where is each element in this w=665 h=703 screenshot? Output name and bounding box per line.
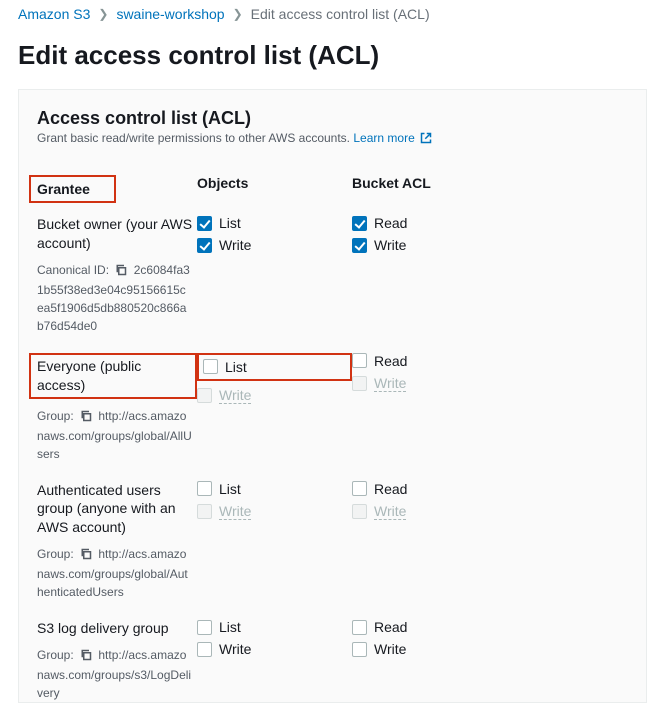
checkbox-label: Read: [374, 481, 407, 497]
everyone-acl-read-checkbox[interactable]: Read: [352, 353, 507, 369]
checkbox-label: Read: [374, 619, 407, 635]
owner-objects-write-checkbox[interactable]: Write: [197, 237, 352, 253]
checkbox-label: List: [219, 215, 241, 231]
checkbox-label: Read: [374, 215, 407, 231]
group-label: Group:: [37, 547, 74, 561]
checkbox-icon: [197, 238, 212, 253]
checkbox-label: Write: [219, 641, 251, 657]
checkbox-icon: [352, 620, 367, 635]
checkbox-label: Write: [219, 387, 251, 404]
learn-more-link[interactable]: Learn more: [353, 131, 432, 145]
grantee-name-log: S3 log delivery group: [37, 619, 197, 638]
auth-acl-write-checkbox: Write: [352, 503, 507, 520]
external-link-icon: [420, 132, 432, 147]
checkbox-icon: [197, 620, 212, 635]
grantee-name-owner: Bucket owner (your AWS account): [37, 215, 197, 253]
checkbox-icon: [197, 642, 212, 657]
checkbox-icon: [197, 216, 212, 231]
checkbox-label: List: [225, 359, 247, 375]
everyone-meta: Group: http://acs.amazonaws.com/groups/g…: [37, 407, 192, 463]
log-acl-read-checkbox[interactable]: Read: [352, 619, 507, 635]
acl-panel: Access control list (ACL) Grant basic re…: [18, 89, 647, 703]
checkbox-icon: [203, 359, 218, 374]
copy-icon[interactable]: [80, 648, 92, 666]
copy-icon[interactable]: [115, 263, 127, 281]
everyone-objects-list-checkbox[interactable]: List: [197, 353, 352, 381]
checkbox-label: Write: [219, 237, 251, 253]
checkbox-label: Write: [374, 375, 406, 392]
checkbox-icon: [352, 216, 367, 231]
auth-acl-read-checkbox[interactable]: Read: [352, 481, 507, 497]
checkbox-icon: [352, 504, 367, 519]
owner-acl-read-checkbox[interactable]: Read: [352, 215, 507, 231]
grantee-row-log: S3 log delivery group Group: http://acs.…: [37, 619, 628, 702]
group-label: Group:: [37, 648, 74, 662]
learn-more-label: Learn more: [353, 131, 414, 145]
auth-objects-write-checkbox: Write: [197, 503, 352, 520]
checkbox-label: Write: [219, 503, 251, 520]
page-title: Edit access control list (ACL): [0, 26, 665, 89]
checkbox-label: Write: [374, 641, 406, 657]
panel-description: Grant basic read/write permissions to ot…: [37, 131, 628, 147]
everyone-acl-write-checkbox: Write: [352, 375, 507, 392]
checkbox-icon: [352, 353, 367, 368]
grantee-row-everyone: Everyone (public access) Group: http://a…: [37, 353, 628, 463]
owner-acl-write-checkbox[interactable]: Write: [352, 237, 507, 253]
checkbox-label: Write: [374, 503, 406, 520]
log-objects-write-checkbox[interactable]: Write: [197, 641, 352, 657]
panel-desc-text: Grant basic read/write permissions to ot…: [37, 131, 350, 145]
everyone-objects-write-checkbox: Write: [197, 387, 352, 404]
log-objects-list-checkbox[interactable]: List: [197, 619, 352, 635]
grantee-name-auth: Authenticated users group (anyone with a…: [37, 481, 197, 538]
owner-objects-list-checkbox[interactable]: List: [197, 215, 352, 231]
chevron-right-icon: ❯: [233, 7, 243, 21]
header-grantee: Grantee: [29, 175, 116, 203]
header-bucket-acl: Bucket ACL: [352, 175, 431, 197]
column-headers-row: Grantee Objects Bucket ACL: [37, 175, 628, 203]
panel-header: Access control list (ACL) Grant basic re…: [37, 108, 628, 147]
grantee-name-everyone: Everyone (public access): [29, 353, 197, 399]
grantee-row-auth: Authenticated users group (anyone with a…: [37, 481, 628, 602]
log-meta: Group: http://acs.amazonaws.com/groups/s…: [37, 646, 192, 702]
checkbox-icon: [352, 481, 367, 496]
log-acl-write-checkbox[interactable]: Write: [352, 641, 507, 657]
auth-meta: Group: http://acs.amazonaws.com/groups/g…: [37, 545, 192, 601]
breadcrumb: Amazon S3 ❯ swaine-workshop ❯ Edit acces…: [0, 0, 665, 26]
checkbox-icon: [352, 238, 367, 253]
checkbox-label: List: [219, 481, 241, 497]
checkbox-icon: [197, 481, 212, 496]
copy-icon[interactable]: [80, 409, 92, 427]
header-objects: Objects: [197, 175, 248, 197]
checkbox-icon: [197, 504, 212, 519]
checkbox-label: List: [219, 619, 241, 635]
breadcrumb-bucket[interactable]: swaine-workshop: [116, 6, 224, 22]
panel-title: Access control list (ACL): [37, 108, 628, 129]
auth-objects-list-checkbox[interactable]: List: [197, 481, 352, 497]
checkbox-icon: [197, 388, 212, 403]
grantee-row-owner: Bucket owner (your AWS account) Canonica…: [37, 215, 628, 335]
checkbox-icon: [352, 376, 367, 391]
breadcrumb-root[interactable]: Amazon S3: [18, 6, 90, 22]
owner-meta: Canonical ID: 2c6084fa31b55f38ed3e04c951…: [37, 261, 192, 335]
checkbox-label: Write: [374, 237, 406, 253]
breadcrumb-current: Edit access control list (ACL): [251, 6, 430, 22]
group-label: Group:: [37, 409, 74, 423]
checkbox-label: Read: [374, 353, 407, 369]
checkbox-icon: [352, 642, 367, 657]
copy-icon[interactable]: [80, 547, 92, 565]
chevron-right-icon: ❯: [98, 7, 108, 21]
canonical-id-label: Canonical ID:: [37, 263, 109, 277]
